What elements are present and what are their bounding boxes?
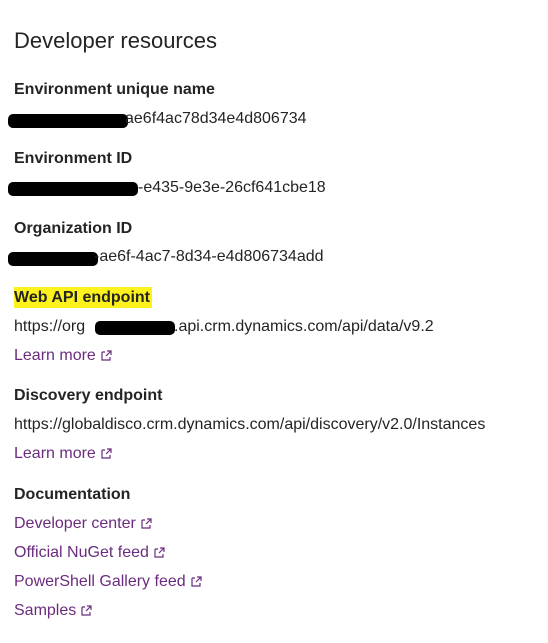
web-api-learn-more-link[interactable]: Learn more (14, 347, 112, 365)
redaction-bar (8, 252, 98, 266)
web-api-suffix: .api.crm.dynamics.com/api/data/v9.2 (174, 318, 434, 335)
web-api-prefix: https://org (14, 318, 86, 335)
external-link-icon (101, 350, 112, 361)
external-link-icon (81, 605, 92, 616)
samples-link[interactable]: Samples (14, 602, 92, 620)
powershell-gallery-link[interactable]: PowerShell Gallery feed (14, 573, 202, 591)
nuget-feed-link[interactable]: Official NuGet feed (14, 544, 165, 562)
discovery-learn-more-link[interactable]: Learn more (14, 445, 112, 463)
learn-more-label: Learn more (14, 347, 96, 364)
env-unique-name-text: ae6f4ac78d34e4d806734 (125, 110, 307, 127)
learn-more-label: Learn more (14, 445, 96, 462)
powershell-gallery-label: PowerShell Gallery feed (14, 573, 186, 590)
developer-center-link[interactable]: Developer center (14, 515, 152, 533)
env-unique-name-label: Environment unique name (14, 81, 215, 98)
external-link-icon (191, 576, 202, 587)
env-id-label: Environment ID (14, 150, 133, 167)
developer-center-label: Developer center (14, 515, 136, 532)
redaction-bar (8, 182, 138, 196)
external-link-icon (141, 518, 152, 529)
org-id-label: Organization ID (14, 220, 133, 237)
redaction-bar (95, 321, 175, 335)
discovery-endpoint-label: Discovery endpoint (14, 387, 163, 404)
external-link-icon (154, 547, 165, 558)
web-api-endpoint-highlight: Web API endpoint (14, 287, 152, 308)
discovery-endpoint-value: https://globaldisco.crm.dynamics.com/api… (14, 416, 486, 433)
panel-title: Developer resources (14, 28, 217, 53)
redaction-bar (8, 114, 128, 128)
env-id-text: -e435-9e3e-26cf641cbe18 (138, 179, 326, 196)
web-api-endpoint-label: Web API endpoint (14, 287, 152, 308)
org-id-text: -ae6f-4ac7-8d34-e4d806734add (94, 248, 324, 265)
nuget-feed-label: Official NuGet feed (14, 544, 149, 561)
external-link-icon (101, 448, 112, 459)
samples-label: Samples (14, 602, 77, 619)
documentation-label: Documentation (14, 486, 131, 503)
